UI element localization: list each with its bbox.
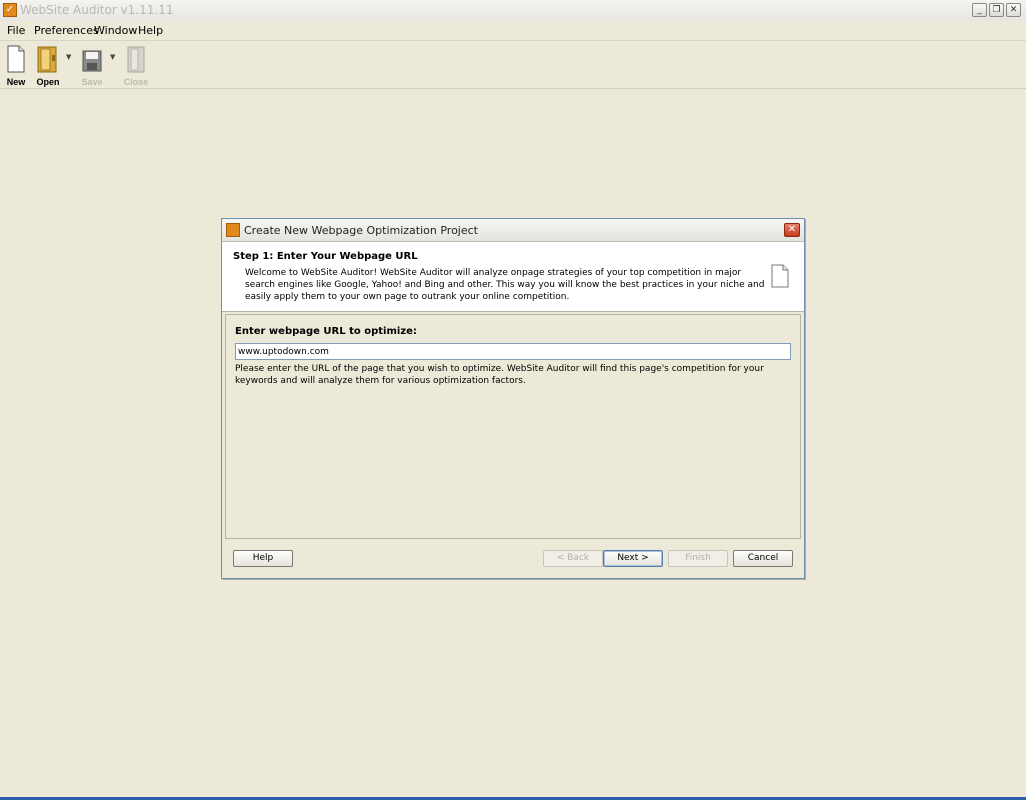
app-logo-icon: ✓ (3, 3, 17, 17)
new-document-icon (7, 45, 25, 73)
menu-preferences[interactable]: Preferences (34, 24, 99, 37)
new-project-dialog: Create New Webpage Optimization Project … (221, 218, 805, 579)
url-panel: Enter webpage URL to optimize: Please en… (225, 314, 801, 539)
restore-icon[interactable]: ❐ (989, 3, 1004, 17)
open-button[interactable]: Open (28, 43, 68, 87)
close-label: Close (123, 77, 149, 87)
step-description: Welcome to WebSite Auditor! WebSite Audi… (245, 268, 765, 302)
dialog-app-icon (226, 223, 240, 237)
back-button: < Back (543, 550, 603, 567)
save-button: Save (72, 43, 112, 87)
help-button[interactable]: Help (233, 550, 293, 567)
wizard-header: Step 1: Enter Your Webpage URL Welcome t… (222, 242, 804, 312)
url-label: Enter webpage URL to optimize: (235, 326, 417, 337)
save-label: Save (81, 77, 103, 87)
menu-file[interactable]: File (7, 24, 25, 37)
app-title: WebSite Auditor v1.11.11 (20, 3, 174, 17)
dialog-title: Create New Webpage Optimization Project (244, 224, 478, 237)
close-button: Close (116, 43, 156, 87)
finish-button: Finish (668, 550, 728, 567)
dialog-title-bar: Create New Webpage Optimization Project … (222, 219, 804, 242)
save-disk-icon (82, 50, 102, 72)
save-dropdown-icon: ▼ (110, 53, 116, 61)
menu-bar: File Preferences Window Help (0, 21, 1026, 41)
minimize-icon[interactable]: _ (972, 3, 987, 17)
open-label: Open (36, 77, 60, 87)
url-help-text: Please enter the URL of the page that yo… (235, 364, 764, 386)
open-folder-icon (37, 46, 57, 73)
document-icon (771, 264, 789, 288)
open-dropdown-icon[interactable]: ▼ (66, 53, 71, 61)
url-input[interactable] (235, 343, 791, 360)
close-project-icon (127, 46, 145, 73)
step-title: Step 1: Enter Your Webpage URL (233, 251, 418, 262)
menu-window[interactable]: Window (94, 24, 137, 37)
menu-help[interactable]: Help (138, 24, 163, 37)
dialog-close-icon[interactable]: ✕ (784, 223, 800, 237)
close-icon[interactable]: ✕ (1006, 3, 1021, 17)
app-title-bar: ✓ WebSite Auditor v1.11.11 _ ❐ ✕ (0, 0, 1026, 22)
cancel-button[interactable]: Cancel (733, 550, 793, 567)
next-button[interactable]: Next > (603, 550, 663, 567)
toolbar: New Open ▼ Save ▼ Close (0, 41, 1026, 89)
